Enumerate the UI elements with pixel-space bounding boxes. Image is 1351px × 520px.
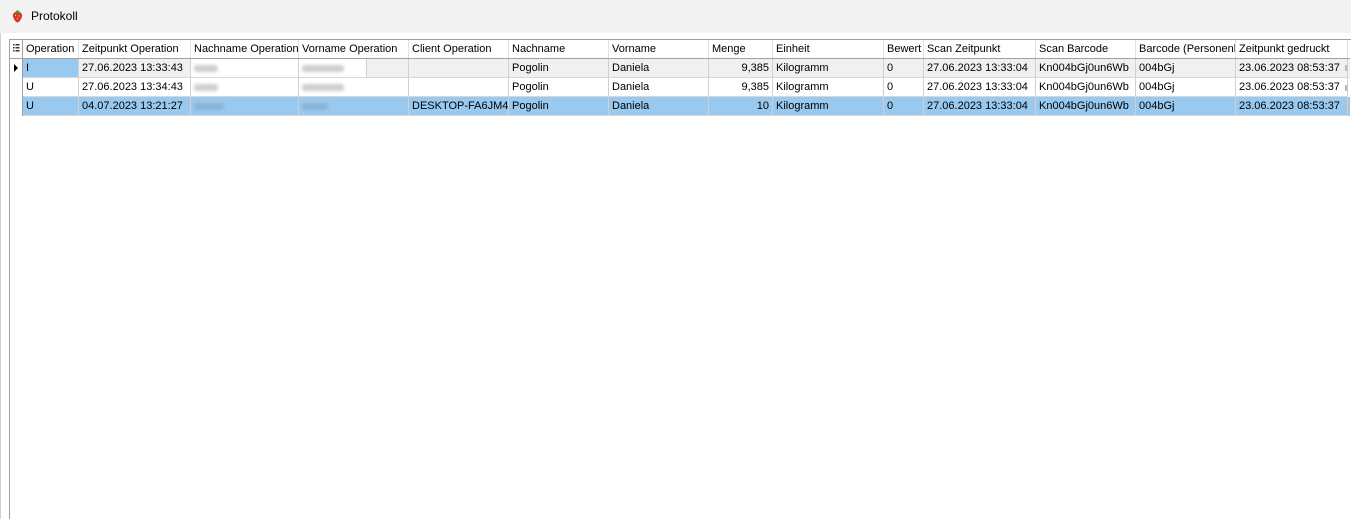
cell-barcode-personen[interactable]: 004bGj — [1136, 78, 1236, 97]
redacted-text — [302, 84, 344, 91]
cell-scan-barcode[interactable]: Kn004bGj0un6Wb — [1036, 97, 1136, 116]
column-header-client-operation[interactable]: Client Operation — [409, 40, 509, 58]
column-chooser-icon[interactable] — [10, 40, 23, 58]
column-header-operation[interactable]: Operation — [23, 40, 79, 58]
strawberry-icon — [12, 10, 23, 23]
column-header-nachname[interactable]: Nachname — [509, 40, 609, 58]
cell-vorname[interactable]: Daniela — [609, 78, 709, 97]
table-row[interactable]: U 27.06.2023 13:34:43 Pogolin Daniela 9,… — [10, 78, 1350, 97]
cell-operation[interactable]: U — [23, 97, 79, 116]
cell-nachname[interactable]: Pogolin — [509, 59, 609, 78]
cell-zeitpunkt-gedruckt[interactable]: 23.06.2023 08:53:37 — [1236, 97, 1348, 116]
scroll-marker — [1345, 85, 1347, 91]
window-title: Protokoll — [31, 9, 78, 23]
cell-operation[interactable]: I — [23, 59, 79, 78]
column-header-scan-barcode[interactable]: Scan Barcode — [1036, 40, 1136, 58]
column-header-scan-zeitpunkt[interactable]: Scan Zeitpunkt — [924, 40, 1036, 58]
cell-zeitpunkt-operation[interactable]: 27.06.2023 13:34:43 — [79, 78, 191, 97]
cell-client-operation[interactable]: DESKTOP-FA6JM4I — [409, 97, 509, 116]
cell-nachname[interactable]: Pogolin — [509, 97, 609, 116]
cell-menge[interactable]: 9,385 — [709, 78, 773, 97]
cell-scan-zeitpunkt[interactable]: 27.06.2023 13:33:04 — [924, 59, 1036, 78]
cell-nachname-operation-redacted[interactable] — [191, 78, 299, 97]
column-header-nachname-operation[interactable]: Nachname Operation — [191, 40, 299, 58]
cell-zeitpunkt-gedruckt[interactable]: 23.06.2023 08:53:37 — [1236, 59, 1348, 78]
cell-menge[interactable]: 10 — [709, 97, 773, 116]
cell-operation[interactable]: U — [23, 78, 79, 97]
cell-vorname[interactable]: Daniela — [609, 59, 709, 78]
cell-nachname[interactable]: Pogolin — [509, 78, 609, 97]
protokoll-grid[interactable]: Operation Zeitpunkt Operation Nachname O… — [9, 39, 1351, 520]
redacted-text — [194, 65, 218, 72]
redacted-text — [302, 103, 328, 110]
cell-scan-zeitpunkt[interactable]: 27.06.2023 13:33:04 — [924, 97, 1036, 116]
cell-menge[interactable]: 9,385 — [709, 59, 773, 78]
title-bar: Protokoll — [0, 0, 1351, 33]
cell-einheit[interactable]: Kilogramm — [773, 78, 884, 97]
cell-bewert[interactable]: 0 — [884, 97, 924, 116]
column-header-zeitpunkt-gedruckt[interactable]: Zeitpunkt gedruckt — [1236, 40, 1348, 58]
cell-zeitpunkt-operation[interactable]: 04.07.2023 13:21:27 — [79, 97, 191, 116]
column-header-menge[interactable]: Menge — [709, 40, 773, 58]
cell-zeitpunkt-gedruckt[interactable]: 23.06.2023 08:53:37 — [1236, 78, 1348, 97]
cell-vorname-operation-rest[interactable] — [367, 59, 409, 78]
column-header-vorname-operation[interactable]: Vorname Operation — [299, 40, 409, 58]
cell-vorname-operation-redacted[interactable] — [299, 78, 409, 97]
cell-scan-barcode[interactable]: Kn004bGj0un6Wb — [1036, 78, 1136, 97]
column-header-zeitpunkt-operation[interactable]: Zeitpunkt Operation — [79, 40, 191, 58]
cell-scan-barcode[interactable]: Kn004bGj0un6Wb — [1036, 59, 1136, 78]
column-header-vorname[interactable]: Vorname — [609, 40, 709, 58]
cell-bewert[interactable]: 0 — [884, 59, 924, 78]
cell-vorname-operation-redacted[interactable] — [299, 97, 409, 116]
cell-client-operation[interactable] — [409, 59, 509, 78]
row-header[interactable] — [10, 97, 23, 116]
grid-header: Operation Zeitpunkt Operation Nachname O… — [10, 40, 1350, 59]
cell-vorname-operation-redacted[interactable] — [299, 59, 367, 78]
redacted-text — [194, 84, 218, 91]
table-row-selected[interactable]: U 04.07.2023 13:21:27 DESKTOP-FA6JM4I Po… — [10, 97, 1350, 116]
table-row[interactable]: I 27.06.2023 13:33:43 Pogolin Daniela 9,… — [10, 59, 1350, 78]
cell-barcode-personen[interactable]: 004bGj — [1136, 97, 1236, 116]
scroll-marker — [1345, 104, 1347, 110]
row-pointer-icon — [10, 59, 23, 78]
cell-zeitpunkt-operation[interactable]: 27.06.2023 13:33:43 — [79, 59, 191, 78]
redacted-text — [302, 65, 344, 72]
cell-vorname[interactable]: Daniela — [609, 97, 709, 116]
cell-scan-zeitpunkt[interactable]: 27.06.2023 13:33:04 — [924, 78, 1036, 97]
scroll-marker — [1345, 65, 1347, 71]
cell-einheit[interactable]: Kilogramm — [773, 97, 884, 116]
row-header[interactable] — [10, 78, 23, 97]
cell-client-operation[interactable] — [409, 78, 509, 97]
cell-bewert[interactable]: 0 — [884, 78, 924, 97]
column-header-einheit[interactable]: Einheit — [773, 40, 884, 58]
column-header-bewert[interactable]: Bewert — [884, 40, 924, 58]
column-header-barcode-personen[interactable]: Barcode (Personenb — [1136, 40, 1236, 58]
cell-barcode-personen[interactable]: 004bGj — [1136, 59, 1236, 78]
cell-einheit[interactable]: Kilogramm — [773, 59, 884, 78]
cell-nachname-operation-redacted[interactable] — [191, 59, 299, 78]
redacted-text — [194, 103, 224, 110]
cell-nachname-operation-redacted[interactable] — [191, 97, 299, 116]
